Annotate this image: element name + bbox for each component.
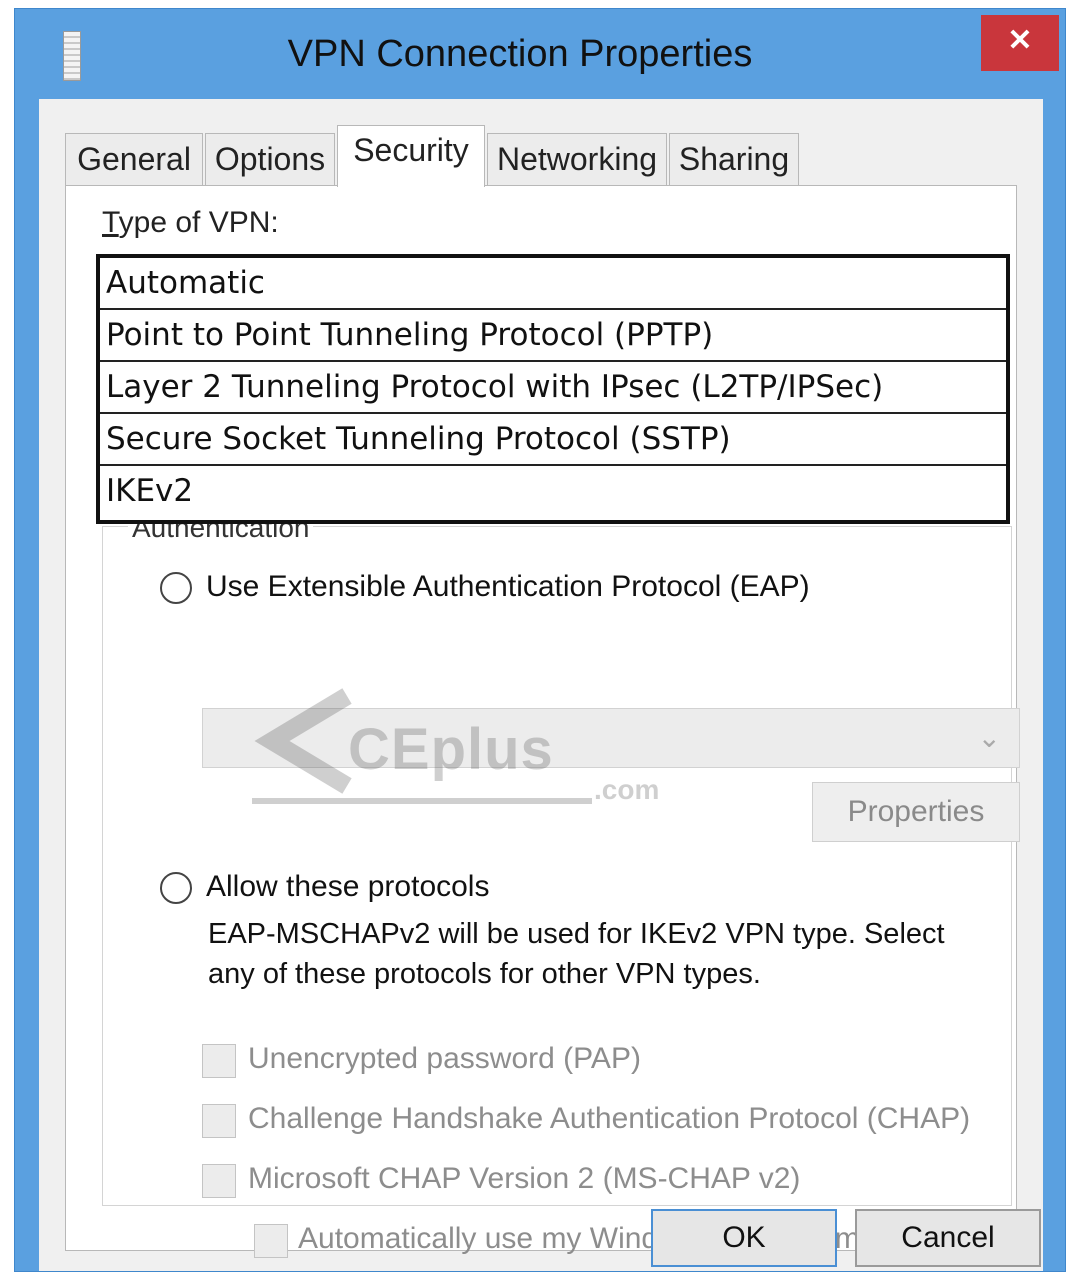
title-bar[interactable]: VPN Connection Properties ✕ [15, 9, 1065, 99]
vpn-option-pptp[interactable]: Point to Point Tunneling Protocol (PPTP) [100, 310, 1006, 362]
mschapv2-checkbox[interactable] [202, 1164, 236, 1198]
eap-radio[interactable] [160, 572, 192, 604]
vpn-option-ikev2[interactable]: IKEv2 [100, 466, 1006, 518]
allow-protocols-label[interactable]: Allow these protocols [206, 870, 489, 904]
protocols-description: EAP-MSCHAPv2 will be used for IKEv2 VPN … [208, 918, 945, 990]
vpn-option-sstp[interactable]: Secure Socket Tunneling Protocol (SSTP) [100, 414, 1006, 466]
tab-options[interactable]: Options [205, 133, 335, 185]
tab-sharing[interactable]: Sharing [669, 133, 799, 185]
chevron-down-icon: ⌄ [977, 722, 1001, 753]
security-tab-panel: Type of VPN: Automatic Point to Point Tu… [65, 185, 1020, 1258]
vpn-option-l2tp[interactable]: Layer 2 Tunneling Protocol with IPsec (L… [100, 362, 1006, 414]
mschapv2-label[interactable]: Microsoft CHAP Version 2 (MS-CHAP v2) [248, 1162, 800, 1196]
cancel-button[interactable]: Cancel [855, 1209, 1041, 1267]
chap-label[interactable]: Challenge Handshake Authentication Proto… [248, 1102, 970, 1136]
eap-radio-label[interactable]: Use Extensible Authentication Protocol (… [206, 570, 810, 604]
vpn-type-label: Type of VPN: [102, 206, 279, 239]
pap-checkbox[interactable] [202, 1044, 236, 1078]
tab-networking[interactable]: Networking [487, 133, 667, 185]
close-button[interactable]: ✕ [981, 15, 1059, 71]
vpn-option-automatic[interactable]: Automatic [100, 258, 1006, 310]
allow-protocols-radio[interactable] [160, 872, 192, 904]
window-title: VPN Connection Properties [287, 33, 753, 75]
vpn-type-dropdown-list[interactable]: Automatic Point to Point Tunneling Proto… [96, 254, 1010, 524]
auto-logon-label[interactable]: Automatically use my Windows logon name … [298, 1222, 935, 1256]
tab-general[interactable]: General [65, 133, 203, 185]
properties-button[interactable]: Properties [812, 782, 1020, 842]
eap-method-combobox[interactable]: ⌄ [202, 708, 1020, 768]
ok-button[interactable]: OK [651, 1209, 837, 1267]
pap-label[interactable]: Unencrypted password (PAP) [248, 1042, 641, 1076]
tab-security[interactable]: Security [337, 125, 485, 187]
vpn-properties-window: VPN Connection Properties ✕ General Opti… [14, 8, 1066, 1272]
dialog-client-area: General Options Security Networking Shar… [39, 99, 1043, 1271]
chap-checkbox[interactable] [202, 1104, 236, 1138]
auto-logon-checkbox[interactable] [254, 1224, 288, 1258]
